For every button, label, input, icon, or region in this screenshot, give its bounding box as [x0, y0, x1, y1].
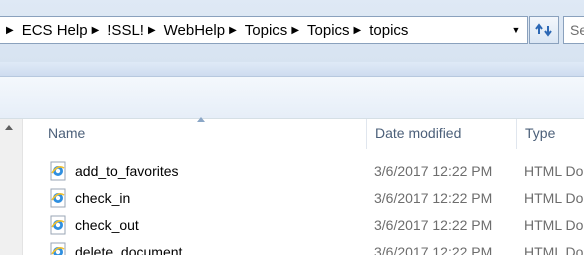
search-input[interactable]: Se — [563, 16, 584, 44]
breadcrumb-item[interactable]: ▶ topics — [350, 22, 409, 39]
ie-html-file-icon — [50, 161, 66, 181]
file-date: 3/6/2017 12:22 PM — [374, 163, 493, 179]
address-bar[interactable]: ▶ ECS Help ▶ !SSL! ▶ WebHelp ▶ Topics ▶ … — [0, 16, 528, 44]
breadcrumb-item[interactable]: ▶ Topics — [225, 22, 287, 39]
scroll-up-icon[interactable] — [5, 125, 13, 130]
ie-html-file-icon — [50, 242, 66, 255]
chevron-down-icon[interactable]: ▼ — [507, 17, 525, 43]
breadcrumb-label[interactable]: !SSL! — [107, 22, 144, 39]
refresh-icon — [535, 23, 552, 37]
column-header-type[interactable]: Type — [517, 119, 584, 149]
file-name: add_to_favorites — [75, 163, 179, 179]
file-date: 3/6/2017 12:22 PM — [374, 244, 493, 255]
file-date: 3/6/2017 12:22 PM — [374, 217, 493, 233]
file-row[interactable]: add_to_favorites 3/6/2017 12:22 PM HTML … — [40, 158, 584, 185]
ie-html-file-icon — [50, 188, 66, 208]
chevron-right-icon[interactable]: ▶ — [291, 25, 299, 36]
refresh-button[interactable] — [529, 16, 559, 44]
ie-html-file-icon — [50, 215, 66, 235]
chevron-right-icon[interactable]: ▶ — [354, 25, 362, 36]
breadcrumb-item[interactable]: ▶ WebHelp — [144, 22, 225, 39]
chevron-right-icon[interactable]: ▶ — [229, 25, 237, 36]
file-type: HTML Do — [524, 190, 584, 206]
breadcrumb-item[interactable]: ▶ ECS Help — [2, 22, 88, 39]
file-row[interactable]: check_out 3/6/2017 12:22 PM HTML Do — [40, 212, 584, 239]
breadcrumb: ▶ ECS Help ▶ !SSL! ▶ WebHelp ▶ Topics ▶ … — [2, 17, 408, 43]
file-row[interactable]: check_in 3/6/2017 12:22 PM HTML Do — [40, 185, 584, 212]
breadcrumb-item[interactable]: ▶ !SSL! — [88, 22, 144, 39]
command-bar — [0, 62, 584, 77]
chevron-right-icon[interactable]: ▶ — [6, 25, 14, 36]
file-row[interactable]: delete_document 3/6/2017 12:22 PM HTML D… — [40, 239, 584, 255]
file-name: check_in — [75, 190, 131, 206]
details-toolbar — [0, 77, 584, 118]
file-type: HTML Do — [524, 244, 584, 255]
file-name: check_out — [75, 217, 139, 233]
breadcrumb-label[interactable]: Topics — [245, 22, 288, 39]
column-header-name[interactable]: Name — [40, 119, 367, 149]
column-header-date-modified[interactable]: Date modified — [367, 119, 517, 149]
breadcrumb-label[interactable]: WebHelp — [164, 22, 225, 39]
breadcrumb-label[interactable]: ECS Help — [22, 22, 88, 39]
breadcrumb-item[interactable]: ▶ Topics — [287, 22, 349, 39]
file-name: delete_document — [75, 244, 183, 255]
chevron-right-icon[interactable]: ▶ — [92, 25, 100, 36]
breadcrumb-label[interactable]: topics — [369, 22, 408, 39]
file-type: HTML Do — [524, 217, 584, 233]
chevron-right-icon[interactable]: ▶ — [148, 25, 156, 36]
navigation-scrollbar[interactable] — [0, 119, 23, 255]
file-date: 3/6/2017 12:22 PM — [374, 190, 493, 206]
breadcrumb-label[interactable]: Topics — [307, 22, 350, 39]
file-type: HTML Do — [524, 163, 584, 179]
